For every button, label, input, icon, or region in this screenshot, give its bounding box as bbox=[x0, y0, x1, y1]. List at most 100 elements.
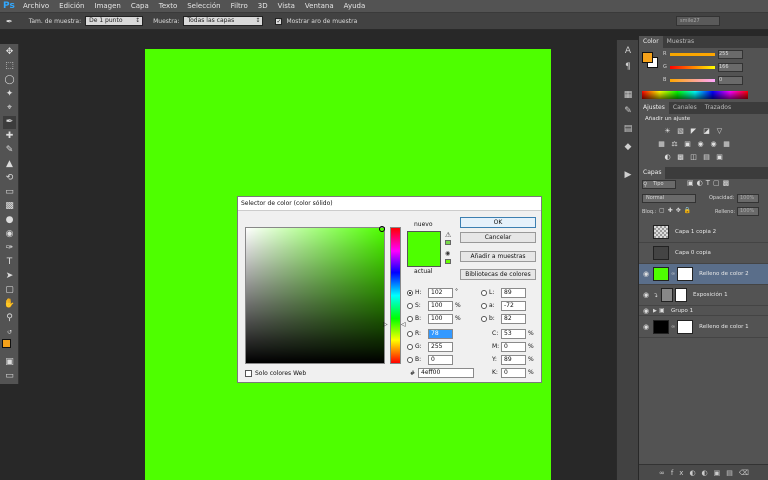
tab-canales[interactable]: Canales bbox=[669, 102, 701, 114]
hue-arrow-left-icon[interactable]: ▷ bbox=[383, 321, 388, 328]
radio-h[interactable] bbox=[407, 290, 413, 296]
move-tool-icon[interactable]: ✥ bbox=[3, 46, 16, 59]
blur-tool-icon[interactable]: ● bbox=[3, 214, 16, 227]
color-libraries-button[interactable]: Bibliotecas de colores bbox=[460, 269, 536, 280]
a-input[interactable]: -72 bbox=[501, 301, 526, 311]
menu-vista[interactable]: Vista bbox=[273, 0, 300, 13]
layers-footer-icons[interactable]: ∞fx◐◐▣▤⌫ bbox=[639, 464, 768, 480]
web-safe-swatch[interactable] bbox=[445, 259, 451, 264]
quick-mask-icon[interactable]: ▣ bbox=[3, 356, 16, 369]
eraser-tool-icon[interactable]: ▭ bbox=[3, 186, 16, 199]
levels-icon[interactable]: ▧ bbox=[676, 127, 685, 135]
threshold-icon[interactable]: ◫ bbox=[689, 153, 698, 161]
channel-mixer-icon[interactable]: ◉ bbox=[709, 140, 718, 148]
posterize-icon[interactable]: ▩ bbox=[676, 153, 685, 161]
vibrance-icon[interactable]: ▽ bbox=[715, 127, 724, 135]
zoom-tool-icon[interactable]: ⚲ bbox=[3, 312, 16, 325]
layer-row[interactable]: ◉ ∞ Relleno de color 2 bbox=[639, 264, 768, 285]
curves-icon[interactable]: ◤ bbox=[689, 127, 698, 135]
channel-r-slider[interactable] bbox=[670, 53, 715, 56]
black-input[interactable]: 0 bbox=[501, 368, 526, 378]
current-color-swatch[interactable] bbox=[407, 249, 441, 267]
quick-select-tool-icon[interactable]: ✦ bbox=[3, 88, 16, 101]
menu-seleccion[interactable]: Selección bbox=[182, 0, 225, 13]
eyedropper-tool-icon[interactable]: ✒ bbox=[3, 116, 16, 129]
color-balance-icon[interactable]: ⚖ bbox=[670, 140, 679, 148]
show-ring-checkbox[interactable]: ✓ bbox=[275, 17, 283, 25]
tab-muestras[interactable]: Muestras bbox=[663, 36, 698, 48]
lasso-tool-icon[interactable]: ◯ bbox=[3, 74, 16, 87]
menu-edicion[interactable]: Edición bbox=[54, 0, 89, 13]
3d-icon[interactable]: ◆ bbox=[621, 140, 635, 154]
eye-icon[interactable]: ◉ bbox=[639, 291, 653, 299]
layer-row[interactable]: ◉ ↴ Exposición 1 bbox=[639, 285, 768, 306]
menu-imagen[interactable]: Imagen bbox=[90, 0, 126, 13]
eyedropper-icon[interactable]: ✒ bbox=[6, 17, 13, 26]
radio-r[interactable] bbox=[407, 331, 413, 337]
menu-texto[interactable]: Texto bbox=[154, 0, 182, 13]
fill-input[interactable]: 100% bbox=[737, 207, 759, 216]
tab-color[interactable]: Color bbox=[639, 36, 663, 48]
pen-tool-icon[interactable]: ✑ bbox=[3, 242, 16, 255]
stamp-tool-icon[interactable]: ▲ bbox=[3, 158, 16, 171]
screen-mode-icon[interactable]: ▭ bbox=[3, 370, 16, 383]
channel-b-value[interactable]: 0 bbox=[718, 76, 743, 85]
menu-ayuda[interactable]: Ayuda bbox=[339, 0, 371, 13]
channel-r-value[interactable]: 255 bbox=[718, 50, 743, 59]
picker-cursor[interactable] bbox=[379, 226, 385, 232]
hue-arrow-right-icon[interactable]: ◁ bbox=[401, 321, 406, 328]
channel-b-slider[interactable] bbox=[670, 79, 715, 82]
hue-slider[interactable] bbox=[390, 227, 401, 364]
filter-icons[interactable]: ▣◐T▢▩ bbox=[687, 179, 732, 187]
radio-s[interactable] bbox=[407, 303, 413, 309]
red-input[interactable]: 78 bbox=[428, 329, 453, 339]
hex-input[interactable]: 4eff00 bbox=[418, 368, 474, 378]
radio-blue[interactable] bbox=[407, 357, 413, 363]
add-to-swatches-button[interactable]: Añadir a muestras bbox=[460, 251, 536, 262]
cancel-button[interactable]: Cancelar bbox=[460, 232, 536, 243]
hue-saturation-icon[interactable]: ▦ bbox=[657, 140, 666, 148]
tab-capas[interactable]: Capas bbox=[639, 167, 666, 179]
hand-tool-icon[interactable]: ✋ bbox=[3, 298, 16, 311]
lab-b-input[interactable]: 82 bbox=[501, 314, 526, 324]
actions-icon[interactable]: ▶ bbox=[621, 168, 635, 182]
layer-row[interactable]: ◉ ▶ ▣ Grupo 1 bbox=[639, 306, 768, 316]
layer-row[interactable]: Capa 0 copia bbox=[639, 243, 768, 264]
eye-icon[interactable]: ◉ bbox=[639, 270, 653, 278]
lightness-input[interactable]: 89 bbox=[501, 288, 526, 298]
eye-icon[interactable]: ◉ bbox=[639, 307, 653, 315]
radio-l[interactable] bbox=[481, 290, 487, 296]
menu-archivo[interactable]: Archivo bbox=[18, 0, 54, 13]
tab-ajustes[interactable]: Ajustes bbox=[639, 102, 669, 114]
eye-icon[interactable]: ◉ bbox=[639, 323, 653, 331]
radio-b[interactable] bbox=[407, 316, 413, 322]
history-icon[interactable]: ▦ bbox=[621, 88, 635, 102]
photo-filter-icon[interactable]: ◉ bbox=[696, 140, 705, 148]
foreground-color-swatch[interactable] bbox=[2, 339, 11, 348]
color-spectrum-bar[interactable] bbox=[642, 91, 748, 99]
web-colors-checkbox[interactable] bbox=[245, 370, 252, 377]
invert-icon[interactable]: ◐ bbox=[663, 153, 672, 161]
tab-trazados[interactable]: Trazados bbox=[701, 102, 735, 114]
saturation-input[interactable]: 100 bbox=[428, 301, 453, 311]
shape-tool-icon[interactable]: ▢ bbox=[3, 284, 16, 297]
brightness-icon[interactable]: ☀ bbox=[663, 127, 672, 135]
web-safe-icon[interactable]: ◉ bbox=[445, 250, 450, 257]
properties-icon[interactable]: ▤ bbox=[621, 122, 635, 136]
crop-tool-icon[interactable]: ⌖ bbox=[3, 102, 16, 115]
menu-3d[interactable]: 3D bbox=[253, 0, 273, 13]
yellow-input[interactable]: 89 bbox=[501, 355, 526, 365]
black-white-icon[interactable]: ▣ bbox=[683, 140, 692, 148]
gamut-warning-icon[interactable]: ⚠ bbox=[445, 231, 451, 239]
ok-button[interactable]: OK bbox=[460, 217, 536, 228]
panel-foreground-swatch[interactable] bbox=[642, 52, 653, 63]
type-tool-icon[interactable]: T bbox=[3, 256, 16, 269]
paragraph-icon[interactable]: ¶ bbox=[621, 60, 635, 74]
menu-capa[interactable]: Capa bbox=[126, 0, 154, 13]
layer-row[interactable]: ◉ ∞ Relleno de color 1 bbox=[639, 317, 768, 338]
color-lookup-icon[interactable]: ▦ bbox=[722, 140, 731, 148]
channel-g-value[interactable]: 166 bbox=[718, 63, 743, 72]
blend-mode-select[interactable]: Normal bbox=[642, 194, 696, 203]
hue-input[interactable]: 102 bbox=[428, 288, 453, 298]
brightness-input[interactable]: 100 bbox=[428, 314, 453, 324]
